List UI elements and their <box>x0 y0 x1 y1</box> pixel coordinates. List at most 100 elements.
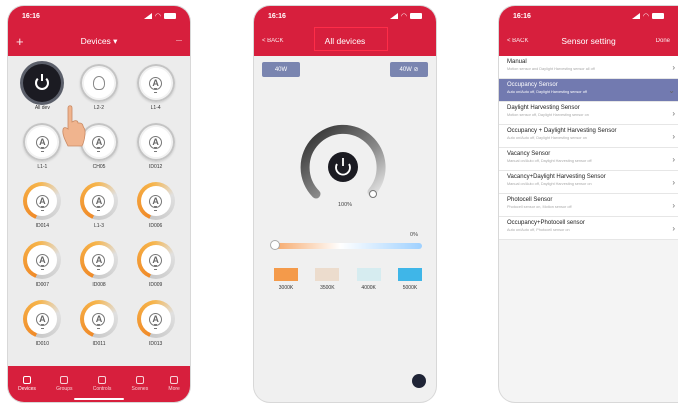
bulb-icon: A <box>23 241 62 279</box>
auto-bulb-icon: A <box>149 253 163 270</box>
sensor-mode-item[interactable]: Vacancy+Daylight Harvesting Sensor Manual… <box>499 171 678 194</box>
tap-hand-icon <box>62 105 86 147</box>
menu-icon[interactable]: — <box>176 38 182 44</box>
tab-groups[interactable]: Groups <box>56 376 73 392</box>
auto-bulb-icon: A <box>149 194 163 211</box>
auto-bulb-icon: A <box>92 253 106 270</box>
bulb-icon-inner: A <box>83 304 114 334</box>
cct-value: 0% <box>410 232 418 238</box>
bulb-icon: A <box>136 241 175 279</box>
cct-preset[interactable]: 3500K <box>315 268 340 291</box>
bulb-icon: A <box>136 64 175 102</box>
cct-preset[interactable]: 3000K <box>274 268 298 291</box>
auto-bulb-icon: A <box>35 312 49 329</box>
auto-bulb-icon: A <box>92 312 106 329</box>
tab-devices[interactable]: Devices <box>18 376 36 392</box>
brightness-dial[interactable] <box>300 124 386 210</box>
sensor-mode-title: Occupancy + Daylight Harvesting Sensor <box>507 128 617 134</box>
status-bar: 16:16 ◠ <box>254 6 436 26</box>
sensor-mode-item[interactable]: Photocell Sensor Photocell sensor on, Mot… <box>499 194 678 217</box>
bulb-icon: A <box>23 300 62 338</box>
auto-bulb-icon: A <box>35 135 49 152</box>
done-button[interactable]: Done <box>656 38 670 44</box>
power-40w-button[interactable]: 40W <box>262 62 300 77</box>
device-tile[interactable]: A ID012 <box>127 123 184 170</box>
tab-label: Groups <box>56 386 73 392</box>
cct-label: 5000K <box>402 285 418 291</box>
bulb-icon: A <box>79 241 118 279</box>
cct-preset[interactable]: 4000K <box>356 268 381 291</box>
devices-dropdown-title[interactable]: Devices ▾ <box>8 36 190 47</box>
sensor-mode-title: Manual <box>507 59 527 65</box>
battery-icon <box>410 13 422 19</box>
tab-controls[interactable]: Controls <box>93 376 111 392</box>
device-label: ID014 <box>35 223 49 229</box>
all-devices-screen: 16:16 ◠ < BACK All devices 40W 40W ⊘ 100… <box>254 6 436 402</box>
power-icon <box>23 64 62 102</box>
device-tile[interactable]: A L1-3 <box>71 182 128 229</box>
device-tile[interactable]: A L1-4 <box>127 64 184 111</box>
tab-more[interactable]: More <box>168 376 180 392</box>
cct-label: 3000K <box>278 285 294 291</box>
bulb-icon <box>22 376 31 384</box>
sensor-mode-description: Manual on/Auto off, Daylight Harvesting … <box>507 159 592 163</box>
sensor-mode-description: Motion sensor and Daylight Harvesting se… <box>507 67 595 71</box>
chevron-right-icon: › <box>672 109 675 118</box>
cct-slider[interactable] <box>274 243 422 249</box>
sensor-mode-description: Auto on/Auto off, Daylight Harvesting se… <box>507 90 587 94</box>
battery-icon <box>652 13 664 19</box>
bulb-icon-inner: A <box>83 186 114 216</box>
back-button[interactable]: < BACK <box>262 38 284 44</box>
back-button[interactable]: < BACK <box>507 38 529 44</box>
device-tile[interactable]: A ID009 <box>127 241 184 288</box>
battery-icon <box>164 13 176 19</box>
bulb-icon-inner: A <box>27 186 58 216</box>
device-label: ID007 <box>35 282 49 288</box>
signal-icon <box>143 13 152 19</box>
cct-swatch <box>356 268 381 281</box>
status-bar: 16:16 ◠ <box>8 6 190 26</box>
sensor-mode-description: Auto on/Auto off, Daylight Harvesting se… <box>507 136 587 140</box>
add-icon[interactable]: + <box>16 35 24 48</box>
bulb-icon: A <box>23 123 62 161</box>
tab-scenes[interactable]: Scenes <box>131 376 149 392</box>
cct-swatch <box>315 268 340 281</box>
device-tile[interactable]: A ID014 <box>14 182 71 229</box>
cct-preset[interactable]: 5000K <box>397 268 422 291</box>
device-label: L1-3 <box>93 223 104 229</box>
sensor-mode-item[interactable]: Occupancy Sensor Auto on/Auto off, Daylig… <box>499 79 678 102</box>
device-label: ID011 <box>92 341 106 347</box>
status-icons: ◠ <box>389 12 422 20</box>
bulb-icon: A <box>79 182 118 220</box>
status-time: 16:16 <box>268 12 286 20</box>
device-tile[interactable]: A ID007 <box>14 241 71 288</box>
bulb-icon-inner: A <box>140 245 171 275</box>
highlight-box <box>314 27 388 51</box>
device-tile[interactable]: A ID006 <box>127 182 184 229</box>
sensor-mode-title: Vacancy+Daylight Harvesting Sensor <box>507 174 606 180</box>
device-tile[interactable]: A ID010 <box>14 300 71 347</box>
run-icon[interactable] <box>412 374 426 388</box>
tab-label: Scenes <box>131 386 149 392</box>
device-tile[interactable]: A ID011 <box>71 300 128 347</box>
sensor-mode-item[interactable]: Vacancy Sensor Manual on/Auto off, Daylig… <box>499 148 678 171</box>
sensor-mode-item[interactable]: Occupancy+Photocell sensor Auto on/Auto o… <box>499 217 678 240</box>
bulb-icon-inner: A <box>27 245 58 275</box>
auto-bulb-icon: A <box>149 76 163 93</box>
device-tile[interactable]: A ID008 <box>71 241 128 288</box>
sensor-mode-title: Daylight Harvesting Sensor <box>507 105 580 111</box>
power-40w-off-button[interactable]: 40W ⊘ <box>390 62 428 77</box>
devices-screen: 16:16 ◠ + Devices ▾ — All dev L2-2 A L1-4 A L… <box>8 6 190 402</box>
wifi-icon: ◠ <box>642 13 649 20</box>
sensor-mode-item[interactable]: Manual Motion sensor and Daylight Harvest… <box>499 56 678 79</box>
cct-slider-handle[interactable] <box>270 240 280 250</box>
sensor-mode-item[interactable]: Occupancy + Daylight Harvesting Sensor Au… <box>499 125 678 148</box>
bulb-icon: A <box>79 300 118 338</box>
device-label: ID008 <box>92 282 106 288</box>
sensor-mode-item[interactable]: Daylight Harvesting Sensor Motion sensor … <box>499 102 678 125</box>
device-label: ID006 <box>148 223 163 229</box>
device-tile[interactable]: A ID013 <box>127 300 184 347</box>
device-label: L1-4 <box>150 105 161 111</box>
tab-label: More <box>168 386 180 392</box>
bulb-icon: A <box>136 300 175 338</box>
